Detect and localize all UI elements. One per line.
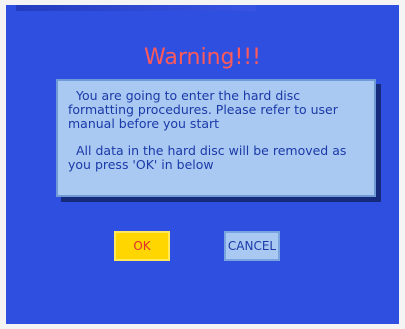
top-decoration-strip bbox=[16, 5, 256, 11]
cancel-button[interactable]: CANCEL bbox=[224, 231, 280, 261]
warning-message-1: You are going to enter the hard disc for… bbox=[68, 88, 338, 131]
tv-screen: Warning!!! You are going to enter the ha… bbox=[6, 5, 399, 324]
warning-dialog: You are going to enter the hard disc for… bbox=[56, 79, 376, 197]
warning-title: Warning!!! bbox=[144, 45, 261, 70]
warning-message-2: All data in the hard disc will be remove… bbox=[68, 143, 347, 172]
ok-button[interactable]: OK bbox=[114, 231, 170, 261]
